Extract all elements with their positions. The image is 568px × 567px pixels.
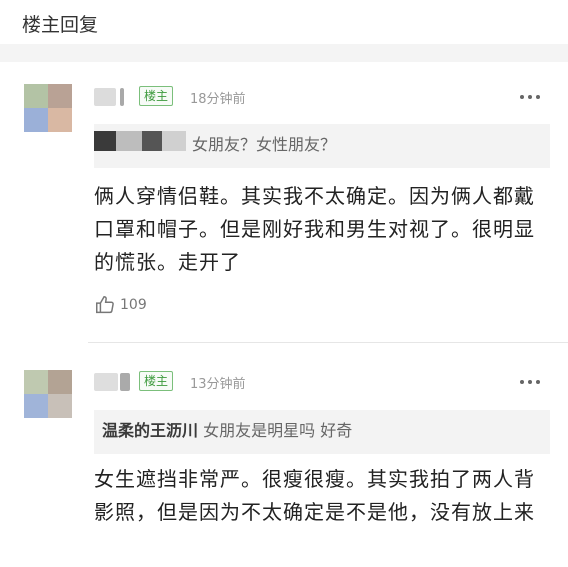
header-separator <box>0 44 568 62</box>
comment-body: 女生遮挡非常严。很瘦很瘦。其实我拍了两人背影照，但是因为不太确定是不是他，没有放… <box>94 467 535 524</box>
page-title: 楼主回复 <box>22 14 99 36</box>
thumbs-up-icon <box>96 296 114 314</box>
comment-time: 18分钟前 <box>190 92 246 107</box>
quoted-message: 温柔的王沥川 女朋友是明星吗 好奇 <box>102 421 353 440</box>
op-badge: 楼主 <box>139 86 174 106</box>
quoted-comment[interactable]: 温柔的王沥川 女朋友是明星吗 好奇 <box>94 410 550 454</box>
more-dots-icon[interactable] <box>520 380 540 384</box>
quoted-comment[interactable]: 女朋友？女性朋友？ <box>94 124 550 168</box>
avatar[interactable] <box>24 370 72 418</box>
more-dots-icon[interactable] <box>520 95 540 99</box>
quoted-user-redacted <box>94 131 116 151</box>
quoted-message: 女朋友？女性朋友？ <box>192 135 337 154</box>
like-count: 109 <box>120 297 147 313</box>
comment-time: 13分钟前 <box>190 377 246 392</box>
username-redacted[interactable] <box>94 86 130 108</box>
quoted-username: 温柔的王沥川 <box>102 421 199 440</box>
avatar[interactable] <box>24 84 72 132</box>
like-button[interactable]: 109 <box>94 294 147 316</box>
username-redacted[interactable] <box>94 371 132 393</box>
op-badge: 楼主 <box>139 371 174 391</box>
comment-body: 俩人穿情侣鞋。其实我不太确定。因为俩人都戴口罩和帽子。但是刚好我和男生对视了。很… <box>94 184 535 274</box>
comment-divider <box>88 342 568 343</box>
